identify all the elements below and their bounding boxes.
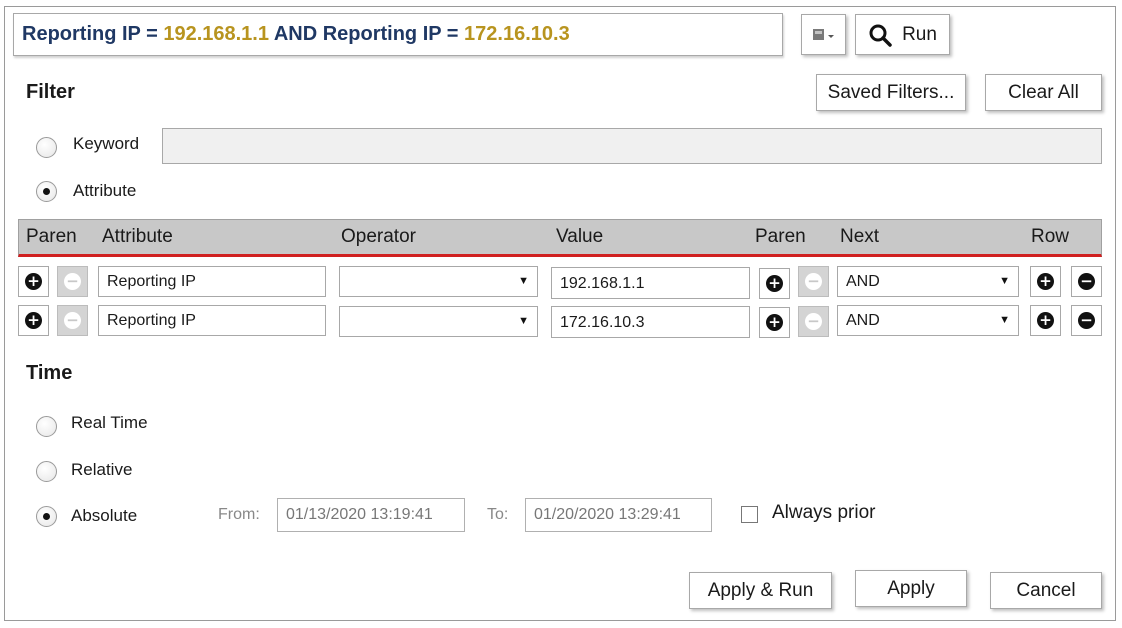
add-row-button[interactable]: + [1030,305,1061,336]
keyword-radio[interactable] [36,137,57,158]
query-input[interactable]: Reporting IP = 192.168.1.1 AND Reporting… [13,13,783,56]
apply-and-run-button[interactable]: Apply & Run [689,572,832,609]
real-time-radio-label: Real Time [71,413,148,432]
attribute-field[interactable]: Reporting IP [98,305,326,336]
query-clause2-value: 172.16.10.3 [464,23,570,45]
add-open-paren-button[interactable]: + [18,305,49,336]
minus-circle-icon: − [64,312,81,329]
add-open-paren-button[interactable]: + [18,266,49,297]
query-joiner-key: AND Reporting IP = [273,23,459,45]
plus-circle-icon: + [766,275,783,292]
from-datetime-input[interactable]: 01/13/2020 13:19:41 [277,498,465,532]
header-paren-close: Paren [755,226,806,247]
remove-open-paren-button[interactable]: − [57,305,88,336]
relative-radio-label: Relative [71,460,133,479]
query-clause1-key: Reporting IP = [22,23,158,45]
attribute-radio[interactable] [36,181,57,202]
keyword-input[interactable] [162,128,1102,164]
operator-select[interactable] [339,306,538,337]
minus-circle-icon: − [1078,273,1095,290]
header-value: Value [556,226,604,247]
query-clause1-value: 192.168.1.1 [163,23,269,45]
from-label: From: [218,506,260,523]
minus-circle-icon: − [805,313,822,330]
plus-circle-icon: + [25,273,42,290]
conditions-table-header: Paren Attribute Operator Value Paren Nex… [18,219,1102,257]
add-close-paren-button[interactable]: + [759,268,790,299]
header-row: Row [1031,226,1070,247]
remove-close-paren-button[interactable]: − [798,266,829,297]
run-button-label: Run [902,23,937,45]
to-datetime-input[interactable]: 01/20/2020 13:29:41 [525,498,712,532]
real-time-radio[interactable] [36,416,57,437]
header-operator: Operator [341,226,416,247]
header-next: Next [840,226,880,247]
value-input[interactable]: 192.168.1.1 [551,267,750,299]
to-label: To: [487,506,509,523]
remove-close-paren-button[interactable]: − [798,306,829,337]
remove-row-button[interactable]: − [1071,266,1102,297]
absolute-radio[interactable] [36,506,57,527]
search-icon [869,24,892,47]
run-button[interactable]: Run [855,14,950,55]
next-select[interactable]: AND [837,305,1019,336]
absolute-radio-label: Absolute [71,506,138,525]
relative-radio[interactable] [36,461,57,482]
saved-filters-button[interactable]: Saved Filters... [816,74,966,111]
time-section-title: Time [26,362,73,384]
plus-circle-icon: + [25,312,42,329]
attribute-field[interactable]: Reporting IP [98,266,326,297]
header-paren-open: Paren [26,226,77,247]
minus-circle-icon: − [64,273,81,290]
always-prior-checkbox[interactable] [741,506,758,523]
filter-options-dropdown-button[interactable] [801,14,846,55]
add-row-button[interactable]: + [1030,266,1061,297]
filter-section-title: Filter [26,81,75,103]
always-prior-label: Always prior [772,502,876,523]
remove-row-button[interactable]: − [1071,305,1102,336]
operator-select[interactable] [339,266,538,297]
minus-circle-icon: − [1078,312,1095,329]
header-attribute: Attribute [102,226,173,247]
apply-button[interactable]: Apply [855,570,967,607]
add-close-paren-button[interactable]: + [759,307,790,338]
plus-circle-icon: + [1037,312,1054,329]
filter-options-icon [812,28,834,40]
plus-circle-icon: + [766,314,783,331]
minus-circle-icon: − [805,273,822,290]
next-select[interactable]: AND [837,266,1019,297]
attribute-radio-label: Attribute [73,181,137,200]
plus-circle-icon: + [1037,273,1054,290]
clear-all-button[interactable]: Clear All [985,74,1102,111]
remove-open-paren-button[interactable]: − [57,266,88,297]
value-input[interactable]: 172.16.10.3 [551,306,750,338]
keyword-radio-label: Keyword [73,134,140,153]
cancel-button[interactable]: Cancel [990,572,1102,609]
